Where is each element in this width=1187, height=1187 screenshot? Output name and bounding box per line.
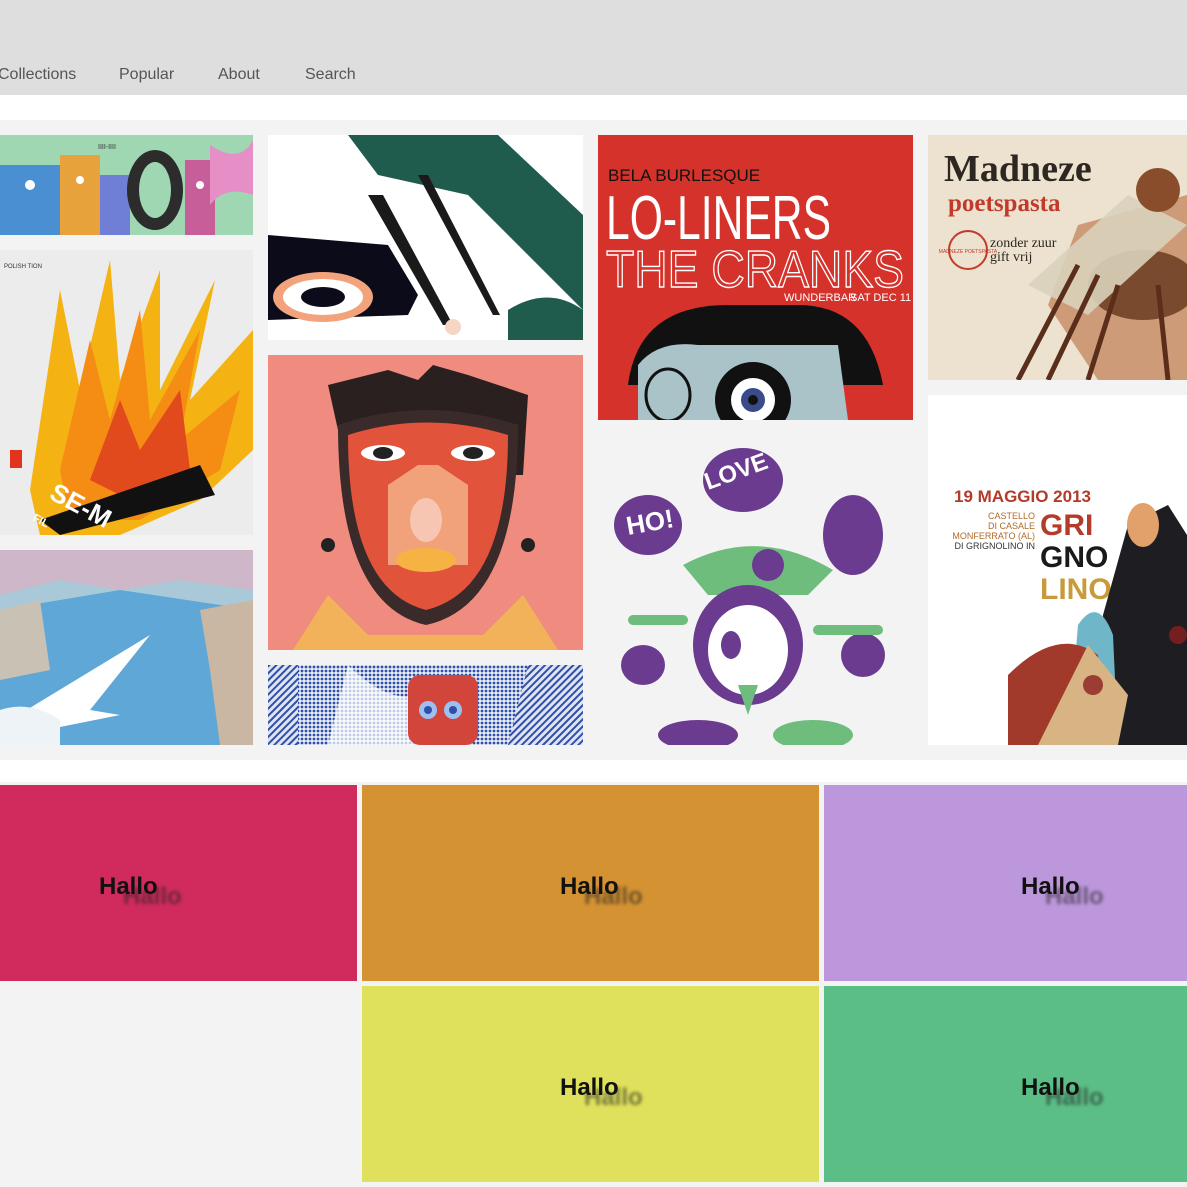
poster-grignolino-line-1: CASTELLO (988, 511, 1035, 521)
gallery-poster-river[interactable] (0, 550, 253, 745)
color-block-4-label: Hallo (560, 1074, 619, 1101)
gallery-poster-halftone[interactable] (268, 665, 583, 745)
color-block-2[interactable]: Hallo Hallo (362, 785, 819, 981)
poster-grignolino-line-3: MONFERRATO (AL) (952, 531, 1035, 541)
poster-grignolino-line-2: DI CASALE (988, 521, 1035, 531)
poster-grignolino-title-3: LINO (1040, 573, 1112, 606)
poster-madneze-tagline-1: zonder zuur (990, 236, 1057, 251)
color-block-1-label: Hallo (99, 873, 158, 900)
nav-collections-link[interactable]: Collections (0, 66, 76, 84)
poster-grignolino-title-2: GNO (1040, 541, 1108, 574)
color-block-3[interactable]: Hallo Hallo (824, 785, 1187, 981)
poster-lo-liners-presenter: BELA BURLESQUE (608, 166, 760, 185)
poster-gallery: IIII-IIII POLISH TION SE-M FIL BELA BURL… (0, 120, 1187, 760)
nav-search-link[interactable]: Search (305, 66, 356, 84)
poster-feathers-image: POLISH TION SE-M FIL (0, 250, 253, 535)
color-block-5[interactable]: Hallo Hallo (824, 986, 1187, 1182)
poster-biplane-image (268, 135, 583, 340)
poster-lo-liners-date: SAT DEC 11 (850, 292, 911, 304)
gallery-poster-lettering[interactable]: IIII-IIII (0, 135, 253, 235)
poster-river-image (0, 550, 253, 745)
color-block-4[interactable]: Hallo Hallo (362, 986, 819, 1182)
poster-grignolino-image: 19 MAGGIO 2013 CASTELLO DI CASALE MONFER… (928, 395, 1187, 745)
color-block-1[interactable]: Hallo Hallo (0, 785, 357, 981)
color-block-2-label: Hallo (560, 873, 619, 900)
gallery-poster-feathers[interactable]: POLISH TION SE-M FIL (0, 250, 253, 535)
poster-halftone-image (268, 665, 583, 745)
gallery-poster-grignolino[interactable]: 19 MAGGIO 2013 CASTELLO DI CASALE MONFER… (928, 395, 1187, 745)
poster-lo-liners-venue: WUNDERBAR (784, 292, 856, 304)
poster-graffiti-image: HO! LOVE (598, 435, 913, 745)
nav-popular-link[interactable]: Popular (119, 66, 174, 84)
gallery-poster-biplane[interactable] (268, 135, 583, 340)
poster-madneze-product: poetspasta (948, 190, 1061, 217)
poster-feathers-small-text: POLISH TION (4, 264, 42, 270)
poster-madneze-image: Madneze poetspasta MADNEZE POETSPASTA zo… (928, 135, 1187, 380)
color-block-5-label: Hallo (1021, 1074, 1080, 1101)
poster-lettering-image: IIII-IIII (0, 135, 253, 235)
poster-grignolino-line-4: DI GRIGNOLINO IN (954, 541, 1035, 551)
color-block-panel: Hallo Hallo Hallo Hallo Hallo Hallo Hall… (0, 782, 1187, 1187)
poster-grignolino-date: 19 MAGGIO 2013 (954, 487, 1091, 506)
poster-grignolino-title-1: GRI (1040, 509, 1093, 542)
gallery-poster-lo-liners[interactable]: BELA BURLESQUE LO-LINERS THE CRANKS WUND… (598, 135, 913, 420)
nav-about-link[interactable]: About (218, 66, 260, 84)
poster-madneze-tagline-2: gift vrij (990, 250, 1032, 265)
poster-madneze-brand: Madneze (944, 148, 1092, 190)
poster-face-image (268, 355, 583, 650)
poster-lo-liners-image: BELA BURLESQUE LO-LINERS THE CRANKS WUND… (598, 135, 913, 420)
poster-lettering-text: IIII-IIII (98, 144, 116, 151)
top-nav-bar: Collections Popular About Search (0, 0, 1187, 95)
gallery-poster-madneze[interactable]: Madneze poetspasta MADNEZE POETSPASTA zo… (928, 135, 1187, 380)
gallery-poster-face[interactable] (268, 355, 583, 650)
gallery-poster-graffiti[interactable]: HO! LOVE (598, 435, 913, 745)
poster-lo-liners-subhead: THE CRANKS (606, 241, 904, 299)
color-block-3-label: Hallo (1021, 873, 1080, 900)
